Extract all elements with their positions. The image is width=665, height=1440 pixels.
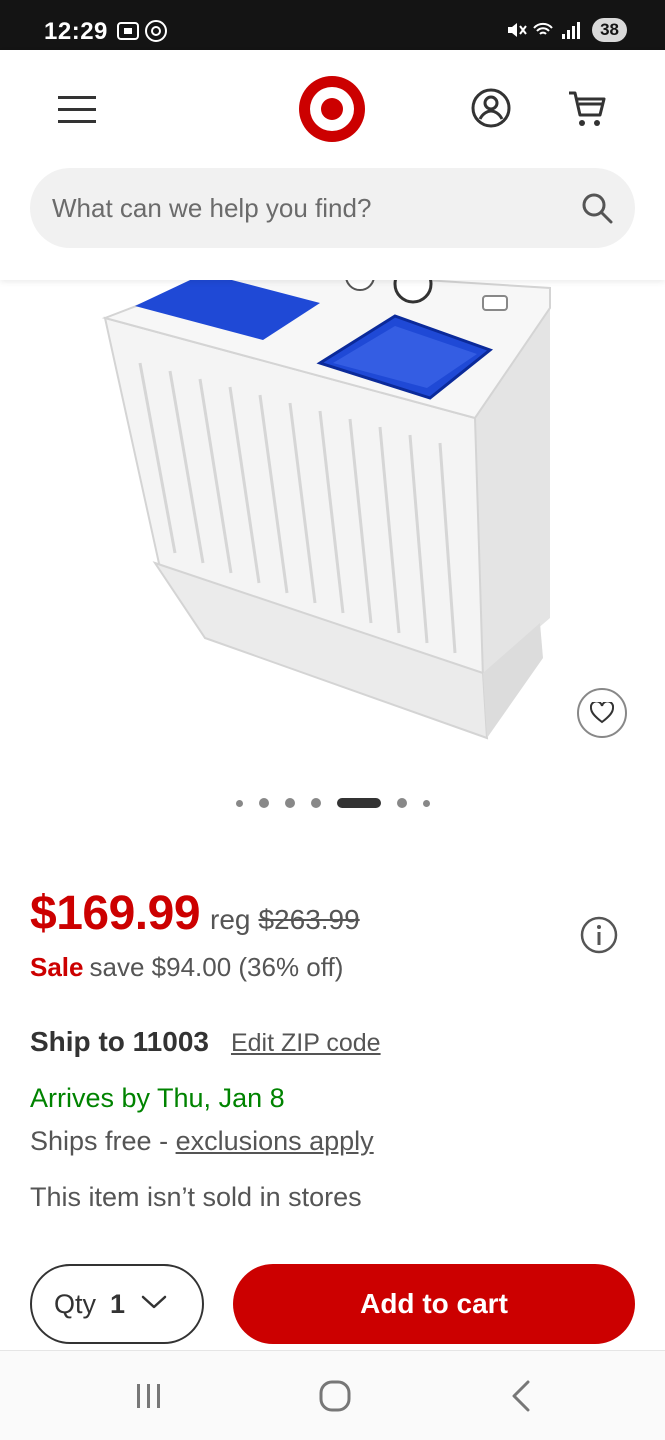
edit-zip-link[interactable]: Edit ZIP code xyxy=(231,1029,381,1058)
regular-price-label: reg xyxy=(210,904,251,935)
ship-row: Ship to 11003 Edit ZIP code xyxy=(30,1026,381,1058)
ship-to-label: Ship to 11003 xyxy=(30,1026,209,1057)
washing-machine-image xyxy=(101,280,551,740)
carousel-dot[interactable] xyxy=(310,798,321,808)
search-input[interactable] xyxy=(52,168,572,248)
status-time: 12:29 xyxy=(44,18,108,45)
carousel-dot[interactable] xyxy=(284,798,295,808)
carousel-dot[interactable] xyxy=(258,798,269,808)
qty-value: 1 xyxy=(110,1288,126,1319)
signal-wifi-mute-icons xyxy=(508,22,581,39)
cart-icon[interactable] xyxy=(566,88,608,130)
ships-free-text: Ships free - xyxy=(30,1126,176,1156)
favorite-button[interactable] xyxy=(577,688,627,738)
system-navigation-bar xyxy=(0,1350,665,1440)
recent-apps-icon[interactable] xyxy=(134,1381,164,1416)
add-to-cart-button[interactable]: Add to cart xyxy=(233,1264,635,1344)
not-sold-in-stores-text: This item isn’t sold in stores xyxy=(30,1182,362,1212)
sale-price: $169.99 xyxy=(30,887,201,940)
status-system-icons: 38 xyxy=(506,18,627,42)
product-image-carousel[interactable] xyxy=(0,280,665,840)
carousel-dot[interactable] xyxy=(396,798,407,808)
sale-label: Sale xyxy=(30,952,84,982)
heart-icon xyxy=(590,702,614,724)
price-row: $169.99 reg $263.99 xyxy=(30,886,360,941)
savings-text: save $94.00 (36% off) xyxy=(89,952,344,982)
status-notification-icons xyxy=(116,19,170,48)
quantity-selector[interactable]: Qty 1 xyxy=(30,1264,204,1344)
arrival-date: Arrives by Thu, Jan 8 xyxy=(30,1083,285,1113)
app-header xyxy=(0,50,665,280)
info-icon[interactable] xyxy=(580,916,618,954)
account-icon[interactable] xyxy=(470,87,512,129)
carousel-dots xyxy=(0,798,665,808)
status-bar: 12:29 38 xyxy=(0,0,665,50)
chevron-down-icon xyxy=(141,1294,167,1315)
search-icon[interactable] xyxy=(581,192,613,224)
carousel-dot-active[interactable] xyxy=(336,798,381,808)
menu-icon[interactable] xyxy=(56,92,98,126)
carousel-dot[interactable] xyxy=(235,799,243,807)
ships-free-row: Ships free - exclusions apply xyxy=(30,1126,374,1157)
battery-indicator: 38 xyxy=(592,18,627,42)
qty-label: Qty xyxy=(54,1288,97,1319)
target-logo[interactable] xyxy=(298,75,366,143)
back-icon[interactable] xyxy=(508,1379,536,1418)
home-icon[interactable] xyxy=(318,1379,352,1418)
regular-price: $263.99 xyxy=(258,904,360,935)
sale-row: Sale save $94.00 (36% off) xyxy=(30,952,343,983)
carousel-dot[interactable] xyxy=(422,799,430,807)
exclusions-link[interactable]: exclusions apply xyxy=(176,1126,374,1156)
search-bar xyxy=(30,168,635,248)
